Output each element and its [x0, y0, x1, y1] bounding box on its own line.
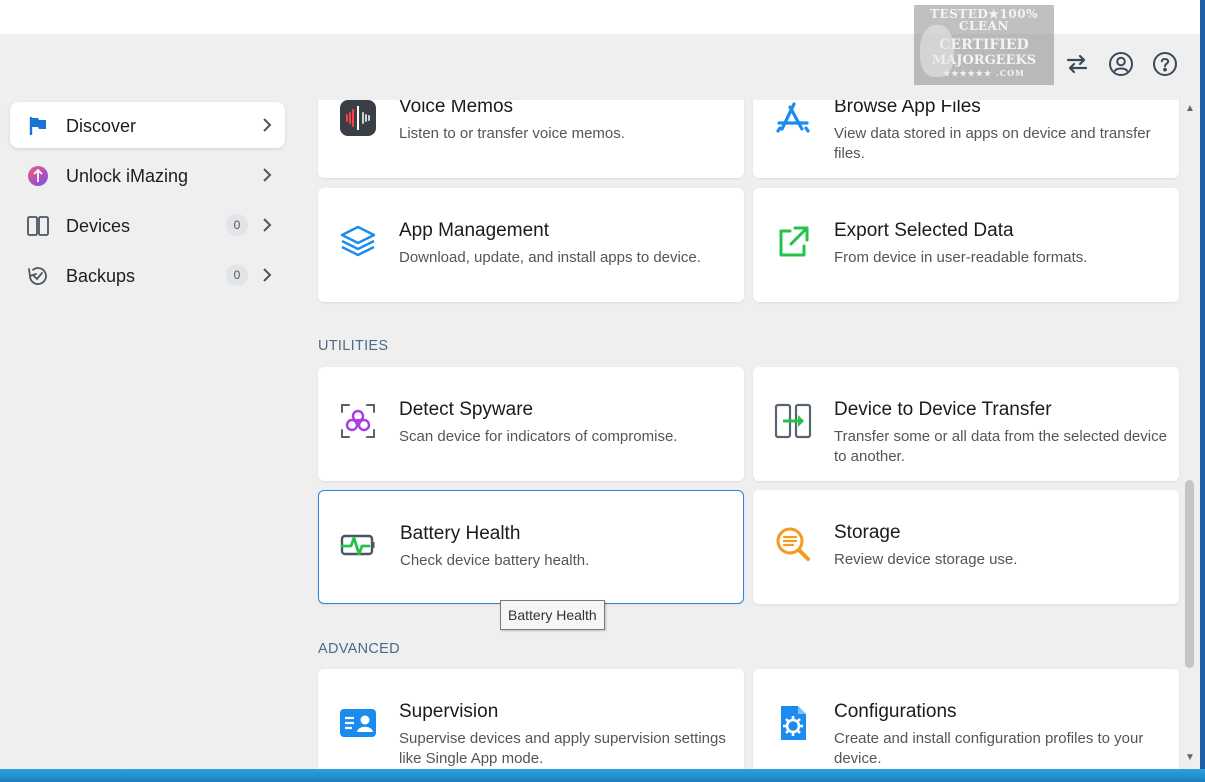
card-title: Detect Spyware — [399, 399, 534, 420]
sidebar-item-devices[interactable]: Devices 0 — [10, 202, 285, 248]
majorgeeks-watermark: TESTED★100% CLEAN CERTIFIED MAJORGEEKS ★… — [914, 5, 1054, 85]
card-browse-app-files[interactable]: Browse App Files View data stored in app… — [753, 100, 1179, 178]
card-title: Battery Health — [400, 523, 521, 544]
card-detect-spyware[interactable]: Detect Spyware Scan device for indicator… — [318, 367, 744, 481]
sidebar-item-unlock-imazing[interactable]: Unlock iMazing — [10, 152, 285, 198]
card-title: Supervision — [399, 701, 499, 722]
card-description: From device in user-readable formats. — [834, 249, 1088, 266]
card-description: View data stored in apps on device and t… — [834, 125, 1151, 162]
transfer-icon[interactable] — [1063, 50, 1091, 78]
chevron-right-icon — [263, 118, 272, 132]
help-icon[interactable] — [1151, 50, 1179, 78]
sidebar-item-label: Backups — [66, 266, 136, 286]
card-description: Review device storage use. — [834, 551, 1018, 568]
storage-search-icon — [773, 524, 813, 564]
watermark-mascot-icon — [920, 25, 954, 77]
scroll-up-arrow-icon[interactable]: ▲ — [1185, 103, 1195, 114]
voice-memos-icon — [338, 100, 378, 138]
chevron-right-icon — [263, 218, 272, 232]
card-description: Download, update, and install apps to de… — [399, 249, 701, 266]
card-description: Transfer some or all data from the selec… — [834, 428, 1167, 465]
card-description: Create and install configuration profile… — [834, 730, 1144, 767]
devices-icon — [26, 214, 50, 238]
battery-health-tooltip: Battery Health — [500, 600, 605, 630]
device-transfer-icon — [773, 401, 813, 441]
card-device-to-device-transfer[interactable]: Device to Device Transfer Transfer some … — [753, 367, 1179, 481]
sidebar-item-label: Devices — [66, 216, 131, 236]
sidebar-item-label: Discover — [66, 116, 137, 136]
card-description: Supervise devices and apply supervision … — [399, 730, 726, 767]
chevron-right-icon — [263, 168, 272, 182]
scrollbar-thumb[interactable] — [1185, 480, 1194, 668]
card-title: App Management — [399, 220, 549, 241]
card-title: Browse App Files — [834, 100, 981, 117]
flag-icon — [26, 114, 50, 138]
card-description: Check device battery health. — [400, 552, 590, 569]
card-configurations[interactable]: Configurations Create and install config… — [753, 669, 1179, 769]
backups-count-badge: 0 — [226, 264, 248, 286]
card-description: Listen to or transfer voice memos. — [399, 125, 625, 142]
card-title: Storage — [834, 522, 901, 543]
card-battery-health[interactable]: Battery Health Check device battery heal… — [318, 490, 744, 604]
chevron-right-icon — [263, 268, 272, 282]
backups-icon — [26, 264, 50, 288]
section-heading-utilities: UTILITIES — [318, 338, 389, 354]
battery-health-icon — [339, 525, 379, 565]
card-title: Device to Device Transfer — [834, 399, 1052, 420]
card-voice-memos[interactable]: Voice Memos Listen to or transfer voice … — [318, 100, 744, 178]
card-title: Configurations — [834, 701, 957, 722]
account-icon[interactable] — [1107, 50, 1135, 78]
card-storage[interactable]: Storage Review device storage use. — [753, 490, 1179, 604]
supervision-id-icon — [338, 703, 378, 743]
scroll-down-arrow-icon[interactable]: ▼ — [1185, 752, 1195, 763]
unlock-imazing-icon — [26, 164, 50, 188]
taskbar — [0, 769, 1205, 782]
config-gear-icon — [773, 703, 813, 743]
card-description: Scan device for indicators of compromise… — [399, 428, 678, 445]
content-scrollbar[interactable] — [1183, 100, 1197, 769]
sidebar-item-label: Unlock iMazing — [66, 166, 189, 186]
card-app-management[interactable]: App Management Download, update, and ins… — [318, 188, 744, 302]
export-icon — [773, 222, 813, 262]
card-title: Voice Memos — [399, 100, 514, 117]
sidebar-item-backups[interactable]: Backups 0 — [10, 252, 285, 298]
section-heading-advanced: ADVANCED — [318, 641, 400, 657]
biohazard-icon — [338, 401, 378, 441]
devices-count-badge: 0 — [226, 214, 248, 236]
sidebar-item-discover[interactable]: Discover — [10, 102, 285, 148]
app-store-icon — [773, 100, 813, 138]
layers-icon — [338, 222, 378, 262]
discover-content: Voice Memos Listen to or transfer voice … — [300, 100, 1184, 769]
card-supervision[interactable]: Supervision Supervise devices and apply … — [318, 669, 744, 769]
window-frame-edge — [1200, 0, 1205, 782]
card-export-selected-data[interactable]: Export Selected Data From device in user… — [753, 188, 1179, 302]
card-title: Export Selected Data — [834, 220, 1014, 241]
